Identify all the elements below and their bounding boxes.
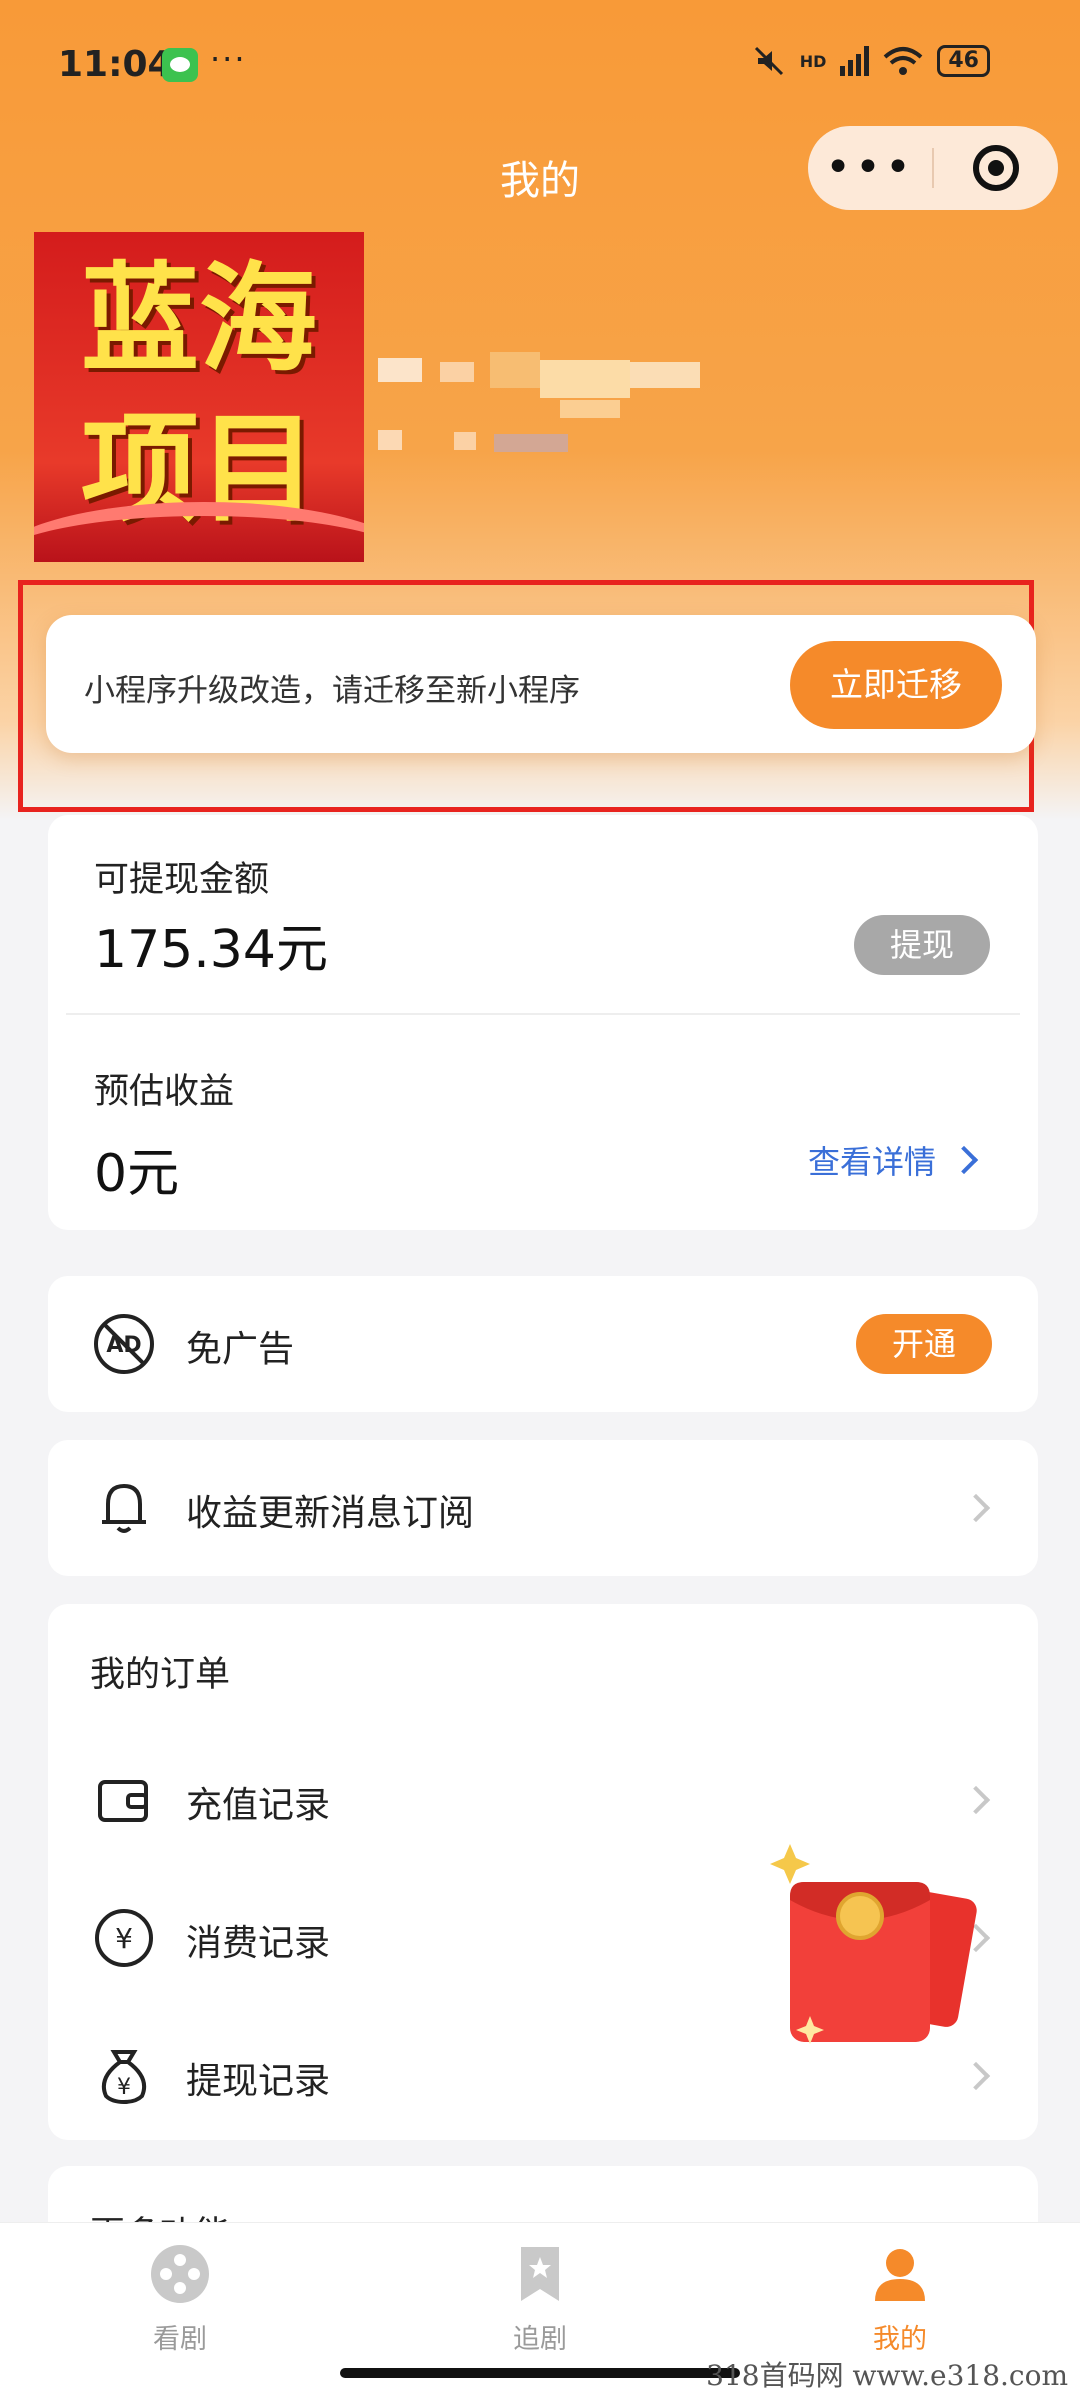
migrate-notice-text: 小程序升级改造，请迁移至新小程序 xyxy=(84,673,580,709)
yuan-icon: ¥ xyxy=(95,1909,153,1967)
avatar-text-line1: 蓝海 xyxy=(80,250,317,388)
migrate-now-button[interactable]: 立即迁移 xyxy=(790,641,1002,729)
withdraw-button[interactable]: 提现 xyxy=(854,915,990,975)
chevron-right-icon xyxy=(961,2061,991,2091)
money-bag-icon: ¥ xyxy=(101,2050,147,2105)
tab-mine[interactable]: 我的 xyxy=(800,2243,1000,2356)
film-reel-icon xyxy=(151,2245,209,2303)
bell-icon xyxy=(102,1483,146,1533)
tab-label: 我的 xyxy=(873,2324,927,2355)
wallet-card: 可提现金额 175.34元 提现 预估收益 0元 查看详情 xyxy=(48,815,1038,1230)
red-envelope-icon xyxy=(770,1844,977,2044)
no-ads-row[interactable]: AD 免广告 开通 xyxy=(48,1276,1038,1412)
no-ads-label: 免广告 xyxy=(186,1329,295,1370)
tab-watch[interactable]: 看剧 xyxy=(80,2243,280,2356)
chevron-right-icon xyxy=(961,1785,991,1815)
wallet-icon xyxy=(98,1780,148,1822)
hd-label: HD xyxy=(799,51,827,71)
more-menu-button[interactable]: ••• xyxy=(808,146,932,190)
wechat-icon xyxy=(162,48,198,82)
watermark: 318首码网 www.e318.com xyxy=(706,2359,1068,2392)
no-ads-icon: AD xyxy=(94,1314,154,1374)
status-more: ··· xyxy=(210,40,247,78)
mute-icon xyxy=(754,46,783,76)
battery-icon: 46 xyxy=(937,45,990,77)
home-indicator xyxy=(340,2368,740,2378)
wifi-icon xyxy=(884,47,923,75)
order-row-label: 提现记录 xyxy=(186,2061,331,2102)
close-miniprogram-button[interactable] xyxy=(934,145,1058,191)
wallet-divider xyxy=(66,1013,1020,1015)
svg-text:¥: ¥ xyxy=(117,2075,131,2100)
subscribe-row[interactable]: 收益更新消息订阅 xyxy=(48,1440,1038,1576)
chevron-right-icon xyxy=(961,1493,991,1523)
svg-text:¥: ¥ xyxy=(115,1922,133,1955)
tab-label: 追剧 xyxy=(513,2324,567,2355)
order-row-label: 充值记录 xyxy=(186,1785,331,1826)
subscribe-label: 收益更新消息订阅 xyxy=(186,1493,475,1534)
chevron-right-icon xyxy=(949,1145,979,1175)
tab-label: 看剧 xyxy=(153,2324,207,2355)
orders-section-title: 我的订单 xyxy=(90,1655,231,1695)
miniprogram-capsule: ••• xyxy=(808,126,1058,210)
signal-icon xyxy=(840,46,870,76)
avatar[interactable]: 蓝海 项目 xyxy=(34,232,364,562)
person-icon xyxy=(875,2249,925,2301)
close-target-icon xyxy=(973,145,1019,191)
activate-button[interactable]: 开通 xyxy=(856,1314,992,1374)
red-envelope-float[interactable] xyxy=(770,1830,990,2060)
order-row-label: 消费记录 xyxy=(186,1923,331,1964)
estimated-earnings-label: 预估收益 xyxy=(94,1072,235,1112)
bookmark-star-icon xyxy=(521,2247,559,2301)
estimated-earnings-amount: 0元 xyxy=(94,1144,180,1204)
status-indicators: HD 46 xyxy=(752,44,990,78)
view-details-label: 查看详情 xyxy=(808,1143,937,1181)
withdrawable-label: 可提现金额 xyxy=(94,860,270,900)
view-details-link[interactable]: 查看详情 xyxy=(808,1137,979,1183)
tab-follow[interactable]: 追剧 xyxy=(440,2243,640,2356)
status-bar: 11:04 ··· HD 46 xyxy=(0,0,1080,130)
migrate-banner: 小程序升级改造，请迁移至新小程序 立即迁移 xyxy=(46,615,1036,753)
withdrawable-amount: 175.34元 xyxy=(94,920,328,980)
status-time: 11:04 xyxy=(58,44,173,85)
